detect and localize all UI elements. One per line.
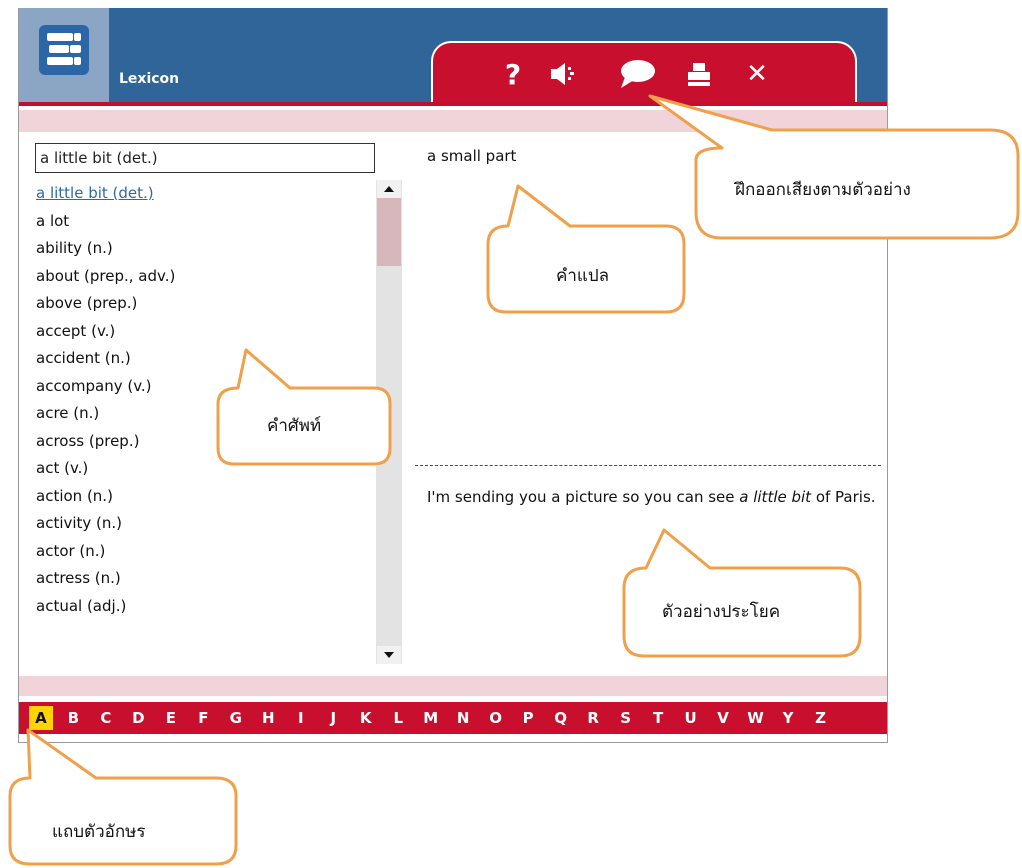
callout-speak-practice: ฝึกออกเสียงตามตัวอย่าง [735, 180, 911, 200]
toolbar: ? ✕ [431, 41, 857, 103]
letter-tab-v[interactable]: V [711, 706, 735, 730]
word-list-item[interactable]: about (prep., adv.) [36, 263, 376, 291]
top-pink-bar [19, 110, 887, 132]
help-icon: ? [504, 57, 522, 91]
letter-tab-s[interactable]: S [614, 706, 638, 730]
word-list-item[interactable]: actor (n.) [36, 538, 376, 566]
letter-tab-r[interactable]: R [581, 706, 605, 730]
alphabet-bar: ABCDEFGHIJKLMNOPQRSTUVWYZ [19, 702, 887, 734]
letter-tab-i[interactable]: I [289, 706, 313, 730]
example-text-start: I'm sending you a picture so you can see [427, 488, 740, 506]
letter-tab-e[interactable]: E [159, 706, 183, 730]
word-list-item[interactable]: accept (v.) [36, 318, 376, 346]
speaker-icon [551, 63, 574, 85]
letter-tab-p[interactable]: P [516, 706, 540, 730]
arrow-up-icon [384, 186, 394, 192]
speaker-button[interactable] [543, 55, 583, 93]
print-icon [688, 63, 710, 86]
word-list-item[interactable]: above (prep.) [36, 290, 376, 318]
letter-tab-d[interactable]: D [126, 706, 150, 730]
word-list-item[interactable]: actual (adj.) [36, 593, 376, 621]
lexicon-window: Lexicon ? ✕ a little bit (det.) a little… [18, 8, 888, 743]
letter-tab-c[interactable]: C [94, 706, 118, 730]
title-bar: Lexicon ? ✕ [19, 8, 887, 103]
letter-tab-u[interactable]: U [679, 706, 703, 730]
search-input[interactable] [35, 143, 375, 173]
example-sentence: I'm sending you a picture so you can see… [427, 485, 887, 509]
word-list-item[interactable]: acre (n.) [36, 400, 376, 428]
word-list-scrollbar[interactable] [376, 180, 402, 664]
help-button[interactable]: ? [493, 55, 533, 93]
word-list-item[interactable]: action (n.) [36, 483, 376, 511]
letter-tab-w[interactable]: W [744, 706, 768, 730]
letter-tab-k[interactable]: K [354, 706, 378, 730]
callout-letter-bar: แถบตัวอักษร [52, 822, 146, 842]
example-text-end: of Paris. [811, 488, 876, 506]
word-list-item[interactable]: a lot [36, 208, 376, 236]
section-divider [415, 465, 881, 466]
speech-bubble-icon [621, 60, 655, 88]
letter-tab-m[interactable]: M [419, 706, 443, 730]
arrow-down-icon [384, 652, 394, 658]
scroll-down-button[interactable] [377, 646, 401, 664]
word-list-item[interactable]: accident (n.) [36, 345, 376, 373]
header-accent-line [19, 102, 887, 106]
letter-tab-a[interactable]: A [29, 706, 53, 730]
callout-example-sentence: ตัวอย่างประโยค [662, 602, 781, 622]
scroll-thumb[interactable] [377, 198, 401, 266]
letter-tab-b[interactable]: B [61, 706, 85, 730]
letter-tab-y[interactable]: Y [776, 706, 800, 730]
letter-tab-l[interactable]: L [386, 706, 410, 730]
close-button[interactable]: ✕ [737, 55, 777, 93]
app-title: Lexicon [119, 71, 180, 87]
logo-box [19, 8, 109, 102]
letter-tab-q[interactable]: Q [549, 706, 573, 730]
letter-tab-h[interactable]: H [256, 706, 280, 730]
callout-translation: คำแปล [556, 266, 610, 286]
word-list-item[interactable]: activity (n.) [36, 510, 376, 538]
letter-tab-o[interactable]: O [484, 706, 508, 730]
letter-tab-j[interactable]: J [321, 706, 345, 730]
scroll-up-button[interactable] [377, 180, 401, 198]
lexicon-logo-icon [39, 25, 89, 75]
letter-tab-t[interactable]: T [646, 706, 670, 730]
word-list-item[interactable]: ability (n.) [36, 235, 376, 263]
translation-text: a small part [427, 147, 517, 165]
word-list: a little bit (det.) a lot ability (n.) abou… [36, 180, 376, 664]
speak-practice-button[interactable] [617, 55, 657, 93]
word-list-item[interactable]: across (prep.) [36, 428, 376, 456]
print-button[interactable] [679, 55, 719, 93]
letter-tab-f[interactable]: F [191, 706, 215, 730]
callout-vocabulary: คำศัพท์ [267, 416, 322, 436]
example-highlight: a little bit [739, 488, 812, 506]
letter-tab-z[interactable]: Z [809, 706, 833, 730]
word-list-item[interactable]: a little bit (det.) [36, 180, 376, 208]
word-list-item[interactable]: accompany (v.) [36, 373, 376, 401]
word-list-item[interactable]: actress (n.) [36, 565, 376, 593]
bottom-pink-bar [19, 676, 887, 696]
word-list-item[interactable]: act (v.) [36, 455, 376, 483]
letter-tab-n[interactable]: N [451, 706, 475, 730]
close-icon: ✕ [746, 59, 768, 89]
letter-tab-g[interactable]: G [224, 706, 248, 730]
